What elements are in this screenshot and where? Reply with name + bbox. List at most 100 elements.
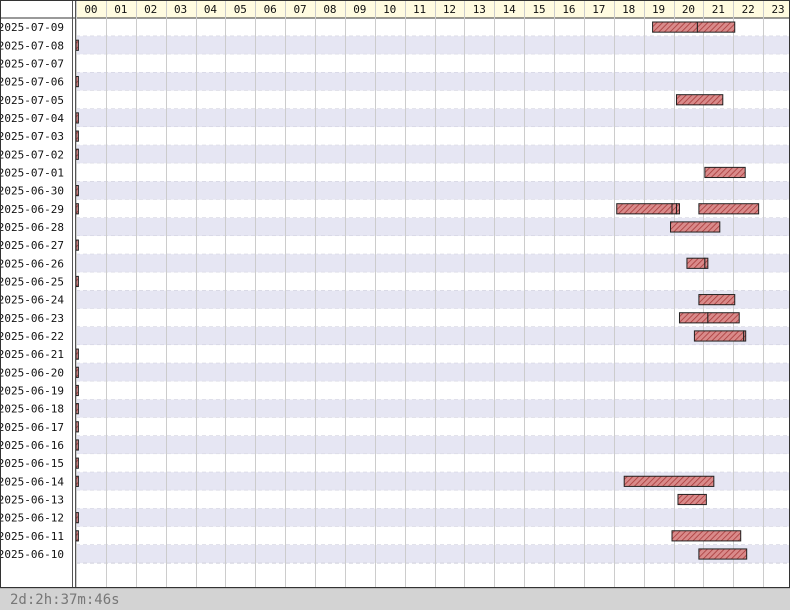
- session-bar: [75, 475, 79, 487]
- hour-header: 00 01 02 03 04 05 06 07 08 09 10 11 12 13 14 15 16 17 18 19…: [0, 0, 790, 19]
- row-background: [76, 381, 790, 400]
- session-bar: [75, 203, 79, 215]
- hour-tick-label: 22: [742, 3, 755, 16]
- hour-tick-label: 16: [562, 3, 575, 16]
- session-bar: [686, 257, 706, 269]
- session-bar: [678, 312, 709, 324]
- hour-tick-label: 07: [293, 3, 306, 16]
- hour-tick-label: 06: [264, 3, 277, 16]
- session-bar: [704, 166, 746, 179]
- hour-tick-label: 21: [712, 3, 725, 16]
- row-background: [76, 108, 790, 128]
- date-label: 2025-06-21: [0, 348, 64, 361]
- row-background: [76, 363, 790, 382]
- row-background: [76, 544, 790, 564]
- row-background: [76, 145, 790, 164]
- date-label: 2025-06-11: [0, 530, 64, 543]
- row-background: [76, 254, 790, 273]
- elapsed-time: 2d:2h:37m:46s: [10, 592, 120, 608]
- session-bar: [75, 130, 79, 142]
- session-bar: [75, 348, 79, 360]
- session-bar: [696, 21, 736, 33]
- date-label: 2025-06-10: [0, 548, 64, 561]
- date-label: 2025-06-24: [0, 294, 64, 307]
- date-label: 2025-07-09: [0, 21, 64, 34]
- row-background: [76, 435, 790, 455]
- date-label: 2025-06-14: [0, 475, 64, 488]
- date-label: 2025-06-17: [0, 421, 64, 434]
- session-bar: [75, 39, 79, 51]
- session-bar: [75, 112, 79, 124]
- date-label: 2025-06-18: [0, 403, 64, 416]
- session-bar: [75, 439, 79, 451]
- date-label: 2025-07-08: [0, 39, 64, 52]
- session-bar: [75, 275, 79, 288]
- session-bar: [75, 457, 79, 469]
- row-background: [76, 72, 790, 91]
- session-bar: [75, 530, 79, 542]
- date-label: 2025-06-29: [0, 203, 64, 216]
- hour-tick-label: 18: [622, 3, 635, 16]
- date-label: 2025-06-28: [0, 221, 64, 234]
- session-bar: [75, 76, 79, 88]
- row-background: [76, 199, 790, 218]
- row-background: [76, 181, 790, 200]
- session-bar: [704, 257, 709, 269]
- hour-tick-label: 17: [592, 3, 605, 16]
- date-label: 2025-06-27: [0, 239, 64, 252]
- hour-tick-label: 03: [174, 3, 187, 16]
- session-bar: [677, 493, 707, 506]
- hour-tick-label: 12: [443, 3, 456, 16]
- hour-tick-label: 08: [323, 3, 336, 16]
- session-bar: [75, 512, 79, 524]
- hour-tick-label: 13: [473, 3, 486, 16]
- session-bar: [623, 475, 715, 487]
- date-labels: 2025-07-09 2025-07-08 2025-07-07 2025-07-06…: [0, 21, 64, 561]
- date-label: 2025-07-03: [0, 130, 64, 143]
- hour-tick-label: 02: [144, 3, 157, 16]
- row-background: [76, 326, 790, 346]
- session-bar: [75, 403, 79, 415]
- date-label: 2025-06-16: [0, 439, 64, 452]
- row-background: [76, 399, 790, 418]
- session-bar: [707, 312, 740, 324]
- session-bar: [670, 221, 721, 233]
- hour-tick-label: 04: [204, 3, 218, 16]
- row-background: [76, 417, 790, 436]
- date-label: 2025-06-13: [0, 494, 64, 507]
- hour-tick-label: 11: [413, 3, 426, 16]
- hour-tick-label: 14: [503, 3, 517, 16]
- hour-tick-label: 00: [84, 3, 97, 16]
- date-label: 2025-07-07: [0, 57, 64, 70]
- row-background: [76, 54, 790, 73]
- session-bar: [675, 94, 724, 106]
- session-bar: [675, 203, 680, 215]
- date-label: 2025-06-22: [0, 330, 64, 343]
- date-label: 2025-06-30: [0, 185, 64, 198]
- date-label: 2025-06-26: [0, 257, 64, 270]
- hour-tick-label: 05: [234, 3, 247, 16]
- hour-tick-label: 19: [652, 3, 665, 16]
- date-label: 2025-06-12: [0, 512, 64, 525]
- hour-tick-label: 23: [771, 3, 784, 16]
- hour-tick-label: 15: [532, 3, 545, 16]
- hour-tick-label: 10: [383, 3, 396, 16]
- hour-tick-label: 20: [682, 3, 695, 16]
- date-label: 2025-06-25: [0, 275, 64, 288]
- session-bar: [75, 239, 79, 251]
- session-bar: [652, 21, 698, 33]
- date-label: 2025-06-15: [0, 457, 64, 470]
- date-label: 2025-06-19: [0, 384, 64, 397]
- date-label: 2025-07-06: [0, 76, 64, 89]
- date-label: 2025-06-23: [0, 312, 64, 325]
- session-bar: [75, 185, 79, 197]
- date-label: 2025-07-04: [0, 112, 64, 125]
- session-bar: [671, 530, 742, 542]
- row-background: [76, 36, 790, 55]
- date-label: 2025-06-20: [0, 366, 64, 379]
- row-background: [76, 236, 790, 255]
- session-bar: [743, 330, 747, 342]
- session-bar: [75, 148, 79, 160]
- date-label: 2025-07-02: [0, 148, 64, 161]
- session-bar: [75, 384, 79, 397]
